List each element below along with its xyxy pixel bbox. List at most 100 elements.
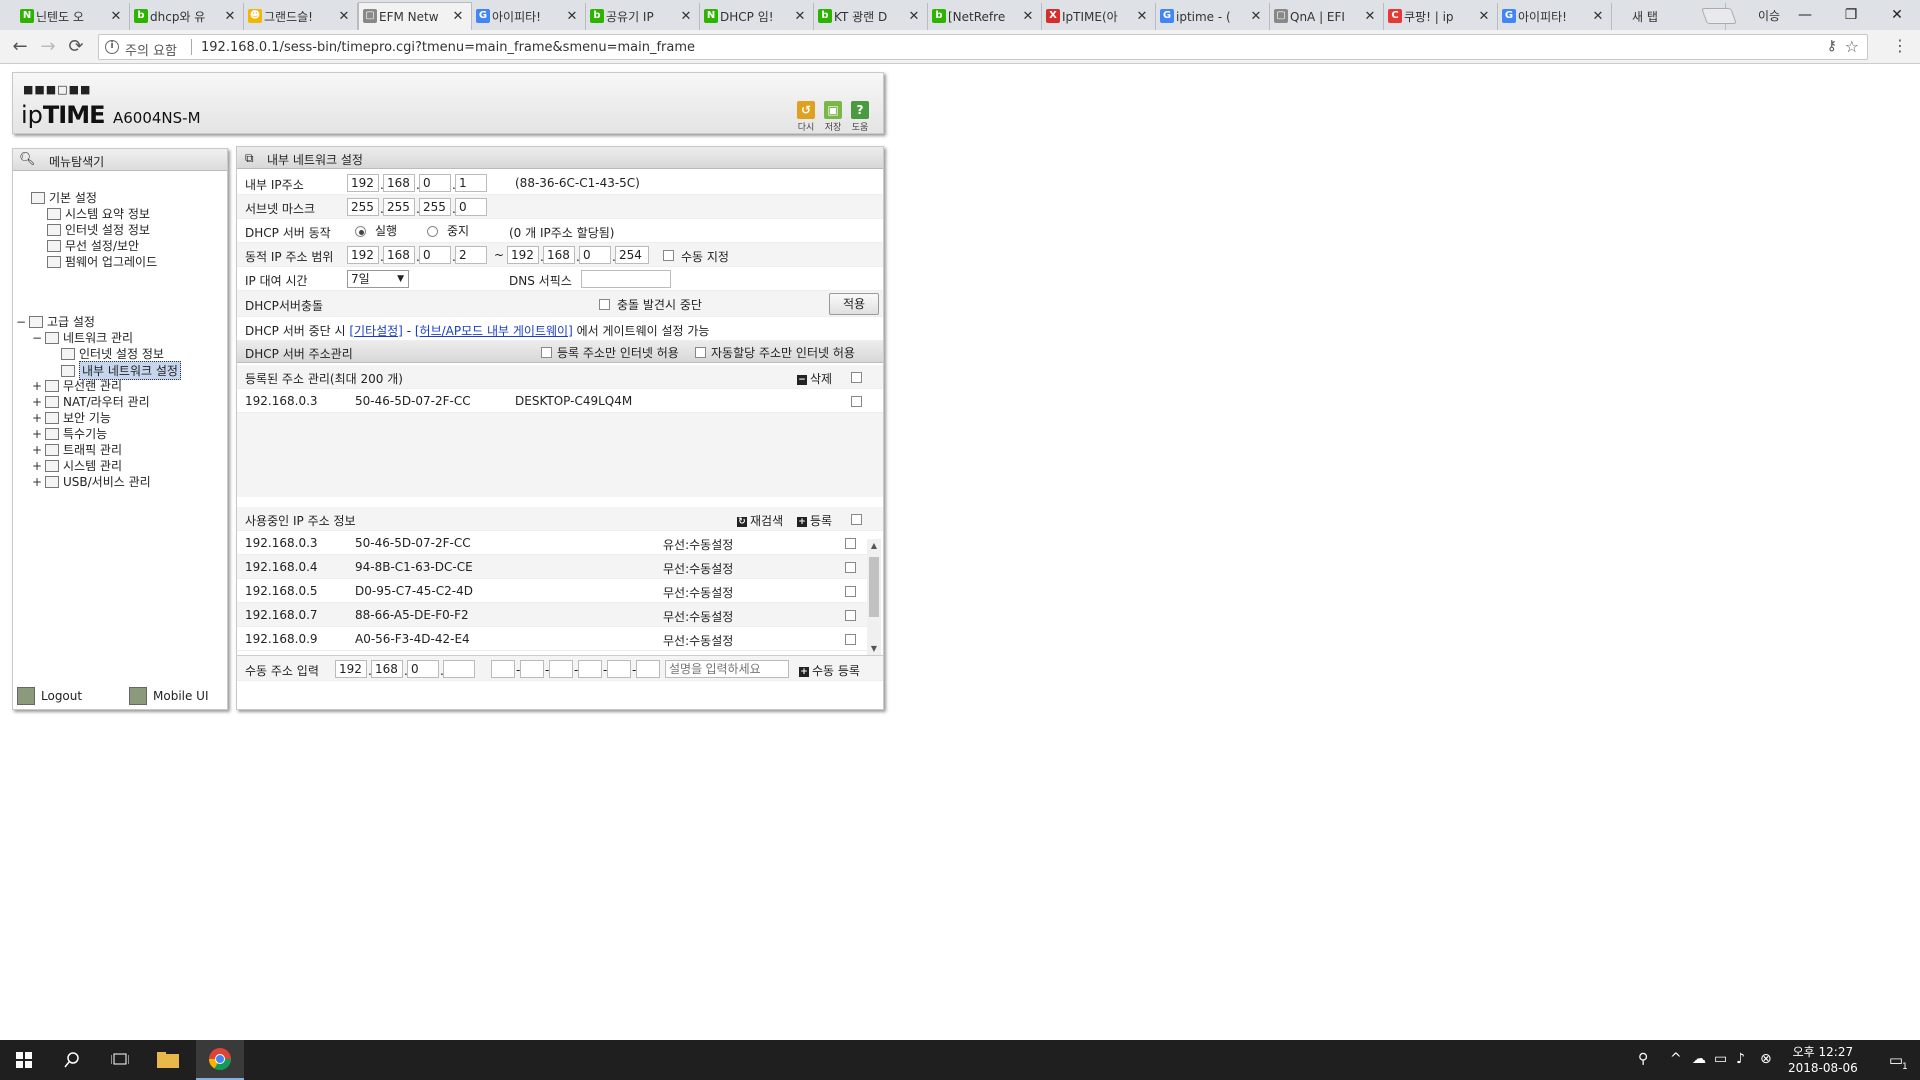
- subnet-octet-1[interactable]: 255: [347, 198, 379, 216]
- notification-button[interactable]: ▭ 1: [1872, 1040, 1920, 1080]
- dhcp-on-radio[interactable]: [355, 226, 366, 237]
- scrollbar-thumb[interactable]: [869, 557, 879, 617]
- minimize-button[interactable]: —: [1782, 2, 1828, 28]
- registered-select-all-checkbox[interactable]: [851, 372, 862, 383]
- search-button[interactable]: [48, 1040, 96, 1080]
- manual-ip-octet-4[interactable]: [443, 660, 475, 678]
- range-end-octet-3[interactable]: 0: [579, 246, 611, 264]
- lease-time-select[interactable]: 7일 ▼: [347, 270, 409, 288]
- tree-advanced-settings[interactable]: − 고급 설정: [15, 313, 95, 330]
- register-button[interactable]: + 등록: [797, 512, 832, 529]
- browser-tab[interactable]: b KT 광랜 D ✕: [814, 3, 928, 30]
- tree-security[interactable]: + 보안 기능: [31, 409, 111, 426]
- collapse-icon[interactable]: −: [31, 331, 43, 345]
- reload-icon[interactable]: ⟳: [64, 36, 88, 58]
- hub-ap-gateway-link[interactable]: [허브/AP모드 내부 게이트웨이]: [415, 324, 573, 338]
- tree-usb-service[interactable]: + USB/서비스 관리: [31, 473, 151, 490]
- manual-mac-6[interactable]: [636, 660, 660, 678]
- tab-close-icon[interactable]: ✕: [793, 9, 807, 24]
- range-start-octet-2[interactable]: 168: [383, 246, 415, 264]
- tree-nat-router[interactable]: + NAT/라우터 관리: [31, 393, 150, 410]
- logout-button[interactable]: Logout: [17, 687, 82, 705]
- internal-ip-octet-3[interactable]: 0: [419, 174, 451, 192]
- manual-ip-octet-2[interactable]: 168: [371, 660, 403, 678]
- apply-button[interactable]: 적용: [829, 293, 879, 315]
- range-start-octet-3[interactable]: 0: [419, 246, 451, 264]
- tree-system-management[interactable]: + 시스템 관리: [31, 457, 122, 474]
- tab-close-icon[interactable]: ✕: [223, 9, 237, 24]
- expand-icon[interactable]: +: [31, 459, 43, 473]
- subnet-octet-3[interactable]: 255: [419, 198, 451, 216]
- in-use-row[interactable]: 192.168.0.5 D0-95-C7-45-C2-4D 무선:수동설정: [237, 579, 867, 603]
- collapse-icon[interactable]: −: [15, 315, 27, 329]
- close-window-button[interactable]: ✕: [1874, 2, 1920, 28]
- range-start-octet-1[interactable]: 192: [347, 246, 379, 264]
- maximize-button[interactable]: ❐: [1828, 2, 1874, 28]
- in-use-select-all-checkbox[interactable]: [851, 514, 862, 525]
- in-use-row-checkbox[interactable]: [845, 586, 856, 597]
- volume-icon[interactable]: ♪: [1736, 1051, 1745, 1067]
- tree-traffic-management[interactable]: + 트래픽 관리: [31, 441, 122, 458]
- task-view-button[interactable]: [96, 1040, 144, 1080]
- address-bar[interactable]: i 주의 요함 192.168.0.1/sess-bin/timepro.cgi…: [98, 34, 1868, 60]
- browser-tab[interactable]: G 아이피타! ✕: [472, 3, 586, 30]
- taskbar-clock[interactable]: 오후 12:27 2018-08-06: [1788, 1044, 1858, 1076]
- browser-tab[interactable]: b [NetRefre ✕: [928, 3, 1042, 30]
- tree-internet-info[interactable]: 인터넷 설정 정보: [47, 221, 150, 238]
- tree-basic-settings[interactable]: 기본 설정: [31, 189, 97, 206]
- info-icon[interactable]: i: [105, 40, 119, 54]
- chrome-taskbar-button[interactable]: [196, 1040, 244, 1080]
- tab-close-icon[interactable]: ✕: [451, 9, 465, 24]
- forward-arrow-icon[interactable]: →: [36, 36, 60, 58]
- refresh-button[interactable]: ↺ 다시: [793, 101, 819, 133]
- dhcp-off-radio[interactable]: [427, 226, 438, 237]
- in-use-row[interactable]: 192.168.0.3 50-46-5D-07-2F-CC 유선:수동설정: [237, 531, 867, 555]
- expand-icon[interactable]: +: [31, 411, 43, 425]
- help-button[interactable]: ? 도움: [847, 101, 873, 133]
- browser-tab[interactable]: G 아이피타! ✕: [1498, 3, 1612, 30]
- tree-firmware-upgrade[interactable]: 펌웨어 업그레이드: [47, 253, 157, 270]
- expand-icon[interactable]: +: [31, 475, 43, 489]
- people-icon[interactable]: ⚲: [1638, 1051, 1648, 1067]
- subnet-octet-2[interactable]: 255: [383, 198, 415, 216]
- new-tab-button[interactable]: [1701, 8, 1737, 24]
- tab-close-icon[interactable]: ✕: [1363, 9, 1377, 24]
- network-icon[interactable]: ▭: [1714, 1051, 1727, 1067]
- tab-close-icon[interactable]: ✕: [1249, 9, 1263, 24]
- mobile-ui-button[interactable]: Mobile UI: [129, 687, 209, 705]
- file-explorer-button[interactable]: [144, 1040, 192, 1080]
- browser-tab[interactable]: b dhcp와 유 ✕: [130, 3, 244, 30]
- tab-close-icon[interactable]: ✕: [337, 9, 351, 24]
- tree-wireless-security[interactable]: 무선 설정/보안: [47, 237, 139, 254]
- profile-label[interactable]: 이승: [1758, 7, 1780, 24]
- in-use-row-checkbox[interactable]: [845, 538, 856, 549]
- manual-range-checkbox[interactable]: [663, 250, 674, 261]
- tab-close-icon[interactable]: ✕: [679, 9, 693, 24]
- conflict-stop-checkbox[interactable]: [599, 299, 610, 310]
- back-arrow-icon[interactable]: ←: [8, 36, 32, 58]
- manual-mac-3[interactable]: [549, 660, 573, 678]
- browser-tab[interactable]: ☻ 그랜드슬! ✕: [244, 3, 358, 30]
- url-text[interactable]: 192.168.0.1/sess-bin/timepro.cgi?tmenu=m…: [201, 40, 695, 55]
- expand-icon[interactable]: +: [31, 395, 43, 409]
- expand-icon[interactable]: +: [31, 379, 43, 393]
- internal-ip-octet-1[interactable]: 192: [347, 174, 379, 192]
- delete-button[interactable]: − 삭제: [797, 370, 832, 387]
- dns-suffix-input[interactable]: [581, 270, 671, 288]
- other-settings-link[interactable]: [기타설정]: [349, 324, 403, 338]
- tree-internet-settings[interactable]: 인터넷 설정 정보: [61, 345, 164, 362]
- chevron-up-icon[interactable]: ^: [1670, 1051, 1682, 1067]
- browser-tab[interactable]: ▢ EFM Netw ✕: [358, 2, 472, 30]
- manual-mac-2[interactable]: [520, 660, 544, 678]
- browser-tab[interactable]: C 쿠팡! | ip ✕: [1384, 3, 1498, 30]
- tree-network-management[interactable]: − 네트워크 관리: [31, 329, 133, 346]
- browser-tab[interactable]: b 공유기 IP ✕: [586, 3, 700, 30]
- in-use-row-checkbox[interactable]: [845, 562, 856, 573]
- start-button[interactable]: [0, 1040, 48, 1080]
- subnet-octet-4[interactable]: 0: [455, 198, 487, 216]
- registered-row[interactable]: 192.168.0.3 50-46-5D-07-2F-CC DESKTOP-C4…: [237, 389, 883, 413]
- in-use-row[interactable]: 192.168.0.9 A0-56-F3-4D-42-E4 무선:수동설정: [237, 627, 867, 651]
- cloud-icon[interactable]: ☁: [1692, 1051, 1706, 1067]
- auto-only-checkbox[interactable]: [695, 347, 706, 358]
- in-use-row[interactable]: 192.168.0.7 88-66-A5-DE-F0-F2 무선:수동설정: [237, 603, 867, 627]
